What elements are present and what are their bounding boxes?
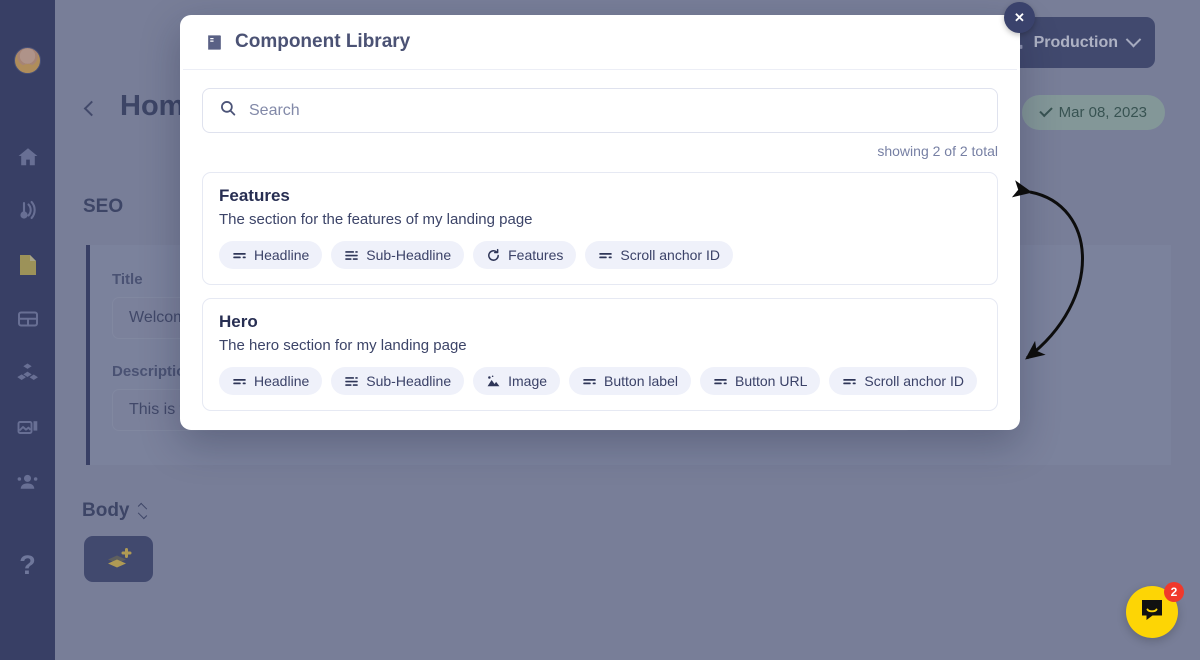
text-lines-icon bbox=[713, 374, 728, 389]
field-chip[interactable]: Sub-Headline bbox=[331, 367, 465, 395]
component-description: The hero section for my landing page bbox=[219, 337, 467, 354]
field-chip[interactable]: Headline bbox=[219, 367, 323, 395]
text-list-icon bbox=[344, 374, 359, 389]
intercom-unread-badge: 2 bbox=[1164, 582, 1184, 602]
field-chip-label: Headline bbox=[254, 247, 310, 263]
component-name: Features bbox=[219, 186, 290, 205]
field-chip-label: Button URL bbox=[734, 373, 808, 389]
text-list-icon bbox=[344, 248, 359, 263]
component-name: Hero bbox=[219, 312, 258, 331]
results-count: showing 2 of 2 total bbox=[877, 143, 998, 159]
component-card-features[interactable]: Features The section for the features of… bbox=[202, 172, 998, 285]
field-chip[interactable]: Headline bbox=[219, 241, 323, 269]
field-chip-label: Scroll anchor ID bbox=[620, 247, 720, 263]
field-chip-label: Sub-Headline bbox=[366, 373, 452, 389]
text-lines-icon bbox=[232, 248, 247, 263]
modal-header: Component Library bbox=[183, 15, 1017, 70]
book-icon bbox=[205, 33, 224, 52]
search-field[interactable] bbox=[202, 88, 998, 133]
image-icon bbox=[486, 374, 501, 389]
repeat-icon bbox=[486, 248, 501, 263]
component-fields: Headline Sub-Headline Features Scroll an… bbox=[219, 241, 981, 269]
field-chip[interactable]: Features bbox=[473, 241, 577, 269]
field-chip[interactable]: Button label bbox=[569, 367, 691, 395]
field-chip-label: Sub-Headline bbox=[366, 247, 452, 263]
component-card-hero[interactable]: Hero The hero section for my landing pag… bbox=[202, 298, 998, 411]
text-lines-icon bbox=[582, 374, 597, 389]
chat-smile-icon bbox=[1138, 596, 1166, 629]
field-chip-label: Scroll anchor ID bbox=[864, 373, 964, 389]
field-chip[interactable]: Scroll anchor ID bbox=[829, 367, 977, 395]
field-chip[interactable]: Sub-Headline bbox=[331, 241, 465, 269]
field-chip-label: Button label bbox=[604, 373, 678, 389]
field-chip-label: Headline bbox=[254, 373, 310, 389]
component-description: The section for the features of my landi… bbox=[219, 211, 533, 228]
field-chip[interactable]: Image bbox=[473, 367, 561, 395]
field-chip[interactable]: Button URL bbox=[699, 367, 821, 395]
search-icon bbox=[219, 99, 237, 122]
field-chip-label: Features bbox=[508, 247, 564, 263]
text-lines-icon bbox=[232, 374, 247, 389]
text-lines-icon bbox=[842, 374, 857, 389]
modal-title: Component Library bbox=[235, 31, 411, 52]
component-fields: Headline Sub-Headline Image Button label… bbox=[219, 367, 981, 395]
modal-body: showing 2 of 2 total Features The sectio… bbox=[180, 70, 1020, 411]
field-chip-label: Image bbox=[508, 373, 548, 389]
close-modal-button[interactable]: ✕ bbox=[1004, 2, 1035, 33]
close-icon: ✕ bbox=[1014, 9, 1025, 25]
field-chip[interactable]: Scroll anchor ID bbox=[585, 241, 733, 269]
text-lines-icon bbox=[598, 248, 613, 263]
component-library-modal: Component Library showing 2 of 2 total F… bbox=[180, 15, 1020, 430]
search-input[interactable] bbox=[249, 89, 981, 132]
